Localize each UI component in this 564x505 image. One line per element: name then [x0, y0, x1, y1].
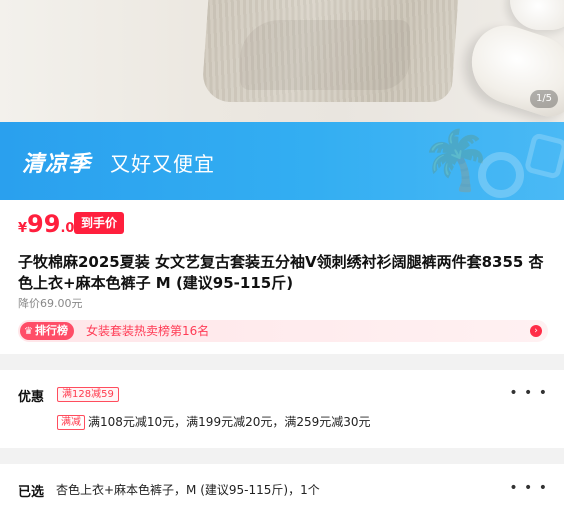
swim-ring-icon — [478, 152, 524, 198]
more-dots-icon[interactable]: • • • — [509, 386, 548, 400]
trophy-icon: ♛ — [24, 326, 33, 337]
coupon-tag: 满128减59 — [57, 387, 119, 402]
promotions-label: 优惠 — [18, 390, 45, 405]
product-photo-fold — [240, 20, 410, 90]
ranking-bar[interactable]: ♛ 排行榜 女装套装热卖榜第16名 › — [18, 320, 548, 342]
product-photo-shoe-top — [510, 0, 564, 30]
banner-subtitle: 又好又便宜 — [110, 152, 215, 176]
selected-options-row[interactable]: 已选 杏色上衣+麻本色裤子，M (建议95-115斤)，1个 • • • — [0, 464, 564, 505]
banner-title: 清凉季 — [22, 152, 92, 177]
product-image-carousel[interactable]: 1/5 — [0, 0, 564, 122]
product-title: 子牧棉麻2025夏装 女文艺复古套装五分袖V领刺绣衬衫阔腿裤两件套8355 杏色… — [18, 253, 544, 292]
ranking-text: 女装套装热卖榜第16名 — [86, 324, 210, 338]
ranking-badge-label: 排行榜 — [34, 324, 68, 337]
selected-value: 杏色上衣+麻本色裤子，M (建议95-115斤)，1个 — [56, 483, 320, 497]
decor-card-icon — [523, 132, 564, 180]
price-integer: 99 — [27, 210, 61, 238]
discount-type-tag: 满减 — [57, 415, 85, 430]
more-dots-icon[interactable]: • • • — [509, 481, 548, 495]
ranking-badge: ♛ 排行榜 — [20, 322, 74, 340]
price-drop-note: 降价69.00元 — [18, 297, 83, 310]
selected-label: 已选 — [18, 485, 45, 500]
final-price-tag: 到手价 — [74, 212, 125, 234]
discount-rules: 满108元减10元，满199元减20元，满259元减30元 — [88, 415, 371, 429]
price-symbol: ¥ — [18, 221, 28, 236]
image-pager-indicator: 1/5 — [530, 90, 558, 108]
promo-banner[interactable]: 清凉季 又好又便宜 🌴 — [0, 122, 564, 200]
promotions-row[interactable]: 优惠 满128减59 • • • 满减 满108元减10元，满199元减20元，… — [0, 370, 564, 448]
product-info-card: ¥99.00 到手价 子牧棉麻2025夏装 女文艺复古套装五分袖V领刺绣衬衫阔腿… — [0, 200, 564, 354]
chevron-right-icon[interactable]: › — [530, 325, 542, 337]
